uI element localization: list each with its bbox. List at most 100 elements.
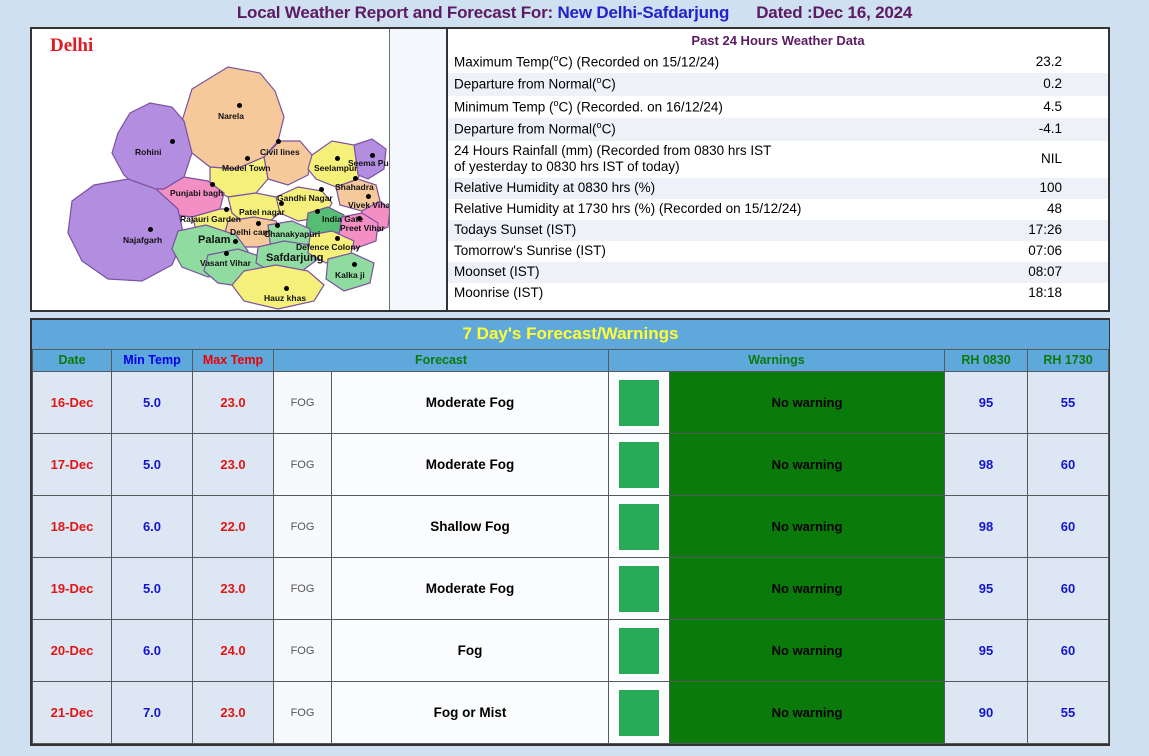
cell-date: 21-Dec xyxy=(32,681,112,744)
row-value: 08:07 xyxy=(980,261,1108,283)
col-header-date: Date xyxy=(32,349,112,372)
map-label-rohini: Rohini xyxy=(135,147,162,157)
row-value: 23.2 xyxy=(980,51,1108,74)
top-panel: Delhi Narela Rohini Punjabi bagh Civil l… xyxy=(30,27,1110,312)
station-name: New Delhi-Safdarjung xyxy=(557,3,730,22)
map-label-najafgarh: Najafgarh xyxy=(123,235,163,245)
row-value: 17:26 xyxy=(980,220,1108,241)
cell-warning: No warning xyxy=(669,681,945,744)
map-label-rajauri-garden: Rajauri Garden xyxy=(180,214,241,224)
map-label-patel-nagar: Patel nagar xyxy=(239,207,285,217)
table-row: Tomorrow's Sunrise (IST) 07:06 xyxy=(448,240,1108,262)
warning-color-swatch xyxy=(608,371,670,434)
cell-rh-0830: 90 xyxy=(944,681,1028,744)
warning-color-swatch xyxy=(608,433,670,496)
cell-rh-1730: 60 xyxy=(1027,619,1109,682)
table-row: Relative Humidity at 0830 hrs (%) 100 xyxy=(448,178,1108,200)
page-title: Local Weather Report and Forecast For: N… xyxy=(0,0,1149,26)
cell-warning: No warning xyxy=(669,495,945,558)
forecast-title-row: 7 Day's Forecast/Warnings xyxy=(32,320,1109,350)
cell-max-temp: 22.0 xyxy=(192,495,274,558)
cell-forecast: Moderate Fog xyxy=(331,557,609,620)
forecast-header-row: Date Min Temp Max Temp Forecast Warnings… xyxy=(32,349,1109,372)
map-label-civil-lines: Civil lines xyxy=(260,147,300,157)
map-dot xyxy=(224,251,229,256)
cell-rh-0830: 95 xyxy=(944,371,1028,434)
map-label-kalka-ji: Kalka ji xyxy=(335,270,365,280)
map-dot xyxy=(366,194,371,199)
rainfall-line1: 24 Hours Rainfall (mm) (Recorded from 08… xyxy=(454,142,772,158)
table-row: 17-Dec 5.0 23.0 FOG Moderate Fog No warn… xyxy=(32,433,1109,496)
table-row: 24 Hours Rainfall (mm) (Recorded from 08… xyxy=(448,140,1108,179)
fog-icon: FOG xyxy=(273,433,332,496)
row-label: Departure from Normal(oC) xyxy=(448,73,981,96)
report-date: Dated :Dec 16, 2024 xyxy=(756,3,913,22)
fog-icon: FOG xyxy=(273,557,332,620)
map-label-preet-vihar: Preet Vihar xyxy=(340,223,385,233)
map-label-vivek-vihar: Vivek Vihar xyxy=(348,200,390,210)
row-value: 4.5 xyxy=(980,95,1108,119)
col-header-warnings: Warnings xyxy=(608,349,945,372)
map-dot xyxy=(210,182,215,187)
cell-min-temp: 7.0 xyxy=(111,681,193,744)
map-label-defence-colony: Defence Colony xyxy=(296,242,361,252)
cell-warning: No warning xyxy=(669,619,945,682)
table-row: Moonrise (IST) 18:18 xyxy=(448,282,1108,304)
map-label-punjabi-bagh: Punjabi bagh xyxy=(170,188,224,198)
row-value: 18:18 xyxy=(980,282,1108,304)
map-dot xyxy=(148,227,153,232)
cell-forecast: Fog or Mist xyxy=(331,681,609,744)
map-dot xyxy=(237,103,242,108)
cell-date: 19-Dec xyxy=(32,557,112,620)
table-row: 20-Dec 6.0 24.0 FOG Fog No warning 95 60 xyxy=(32,619,1109,682)
cell-warning: No warning xyxy=(669,371,945,434)
col-header-max-temp: Max Temp xyxy=(192,349,274,372)
map-dot xyxy=(279,201,284,206)
past-24h-table: Past 24 Hours Weather Data Maximum Temp(… xyxy=(448,29,1108,304)
col-header-rh-1730: RH 1730 xyxy=(1027,349,1109,372)
cell-min-temp: 5.0 xyxy=(111,371,193,434)
rainfall-line2: of yesterday to 0830 hrs IST of today) xyxy=(454,159,680,175)
table-row: Moonset (IST) 08:07 xyxy=(448,261,1108,283)
map-dot xyxy=(353,176,358,181)
map-dot xyxy=(233,239,238,244)
row-label: Todays Sunset (IST) xyxy=(448,220,981,241)
table-row: Departure from Normal(oC) 0.2 xyxy=(448,73,1108,96)
row-value: 07:06 xyxy=(980,240,1108,262)
forecast-table: 7 Day's Forecast/Warnings Date Min Temp … xyxy=(32,320,1109,744)
cell-max-temp: 23.0 xyxy=(192,433,274,496)
cell-min-temp: 5.0 xyxy=(111,433,193,496)
cell-rh-0830: 98 xyxy=(944,495,1028,558)
table-row: Relative Humidity at 1730 hrs (%) (Recor… xyxy=(448,199,1108,220)
warning-color-swatch xyxy=(608,681,670,744)
warning-color-swatch xyxy=(608,619,670,682)
cell-warning: No warning xyxy=(669,557,945,620)
row-value: 48 xyxy=(980,199,1108,220)
row-label: Departure from Normal(oC) xyxy=(448,118,981,141)
row-label: Relative Humidity at 1730 hrs (%) (Recor… xyxy=(448,199,981,220)
row-value: NIL xyxy=(980,140,1108,179)
delhi-map: Delhi Narela Rohini Punjabi bagh Civil l… xyxy=(32,29,390,310)
row-label: Moonrise (IST) xyxy=(448,282,981,304)
weather-report-page: Local Weather Report and Forecast For: N… xyxy=(0,0,1149,756)
cell-rh-1730: 60 xyxy=(1027,495,1109,558)
title-main: Local Weather Report and Forecast For: xyxy=(236,3,553,22)
cell-forecast: Fog xyxy=(331,619,609,682)
forecast-title: 7 Day's Forecast/Warnings xyxy=(32,320,1109,350)
fog-icon: FOG xyxy=(273,681,332,744)
map-dot xyxy=(357,216,362,221)
map-label-shahadra: Shahadra xyxy=(335,182,374,192)
map-label-chanakyapuri: Chanakyapuri xyxy=(264,229,321,239)
panel-divider xyxy=(390,29,448,310)
map-label-hauz-khas: Hauz khas xyxy=(264,293,307,303)
cell-max-temp: 23.0 xyxy=(192,557,274,620)
cell-rh-1730: 60 xyxy=(1027,433,1109,496)
map-dot xyxy=(245,156,250,161)
map-label-model-town: Model Town xyxy=(222,163,271,173)
row-label: Tomorrow's Sunrise (IST) xyxy=(448,240,981,262)
col-header-forecast: Forecast xyxy=(273,349,609,372)
cell-min-temp: 6.0 xyxy=(111,495,193,558)
row-value: 100 xyxy=(980,178,1108,200)
fog-icon: FOG xyxy=(273,619,332,682)
cell-max-temp: 23.0 xyxy=(192,371,274,434)
